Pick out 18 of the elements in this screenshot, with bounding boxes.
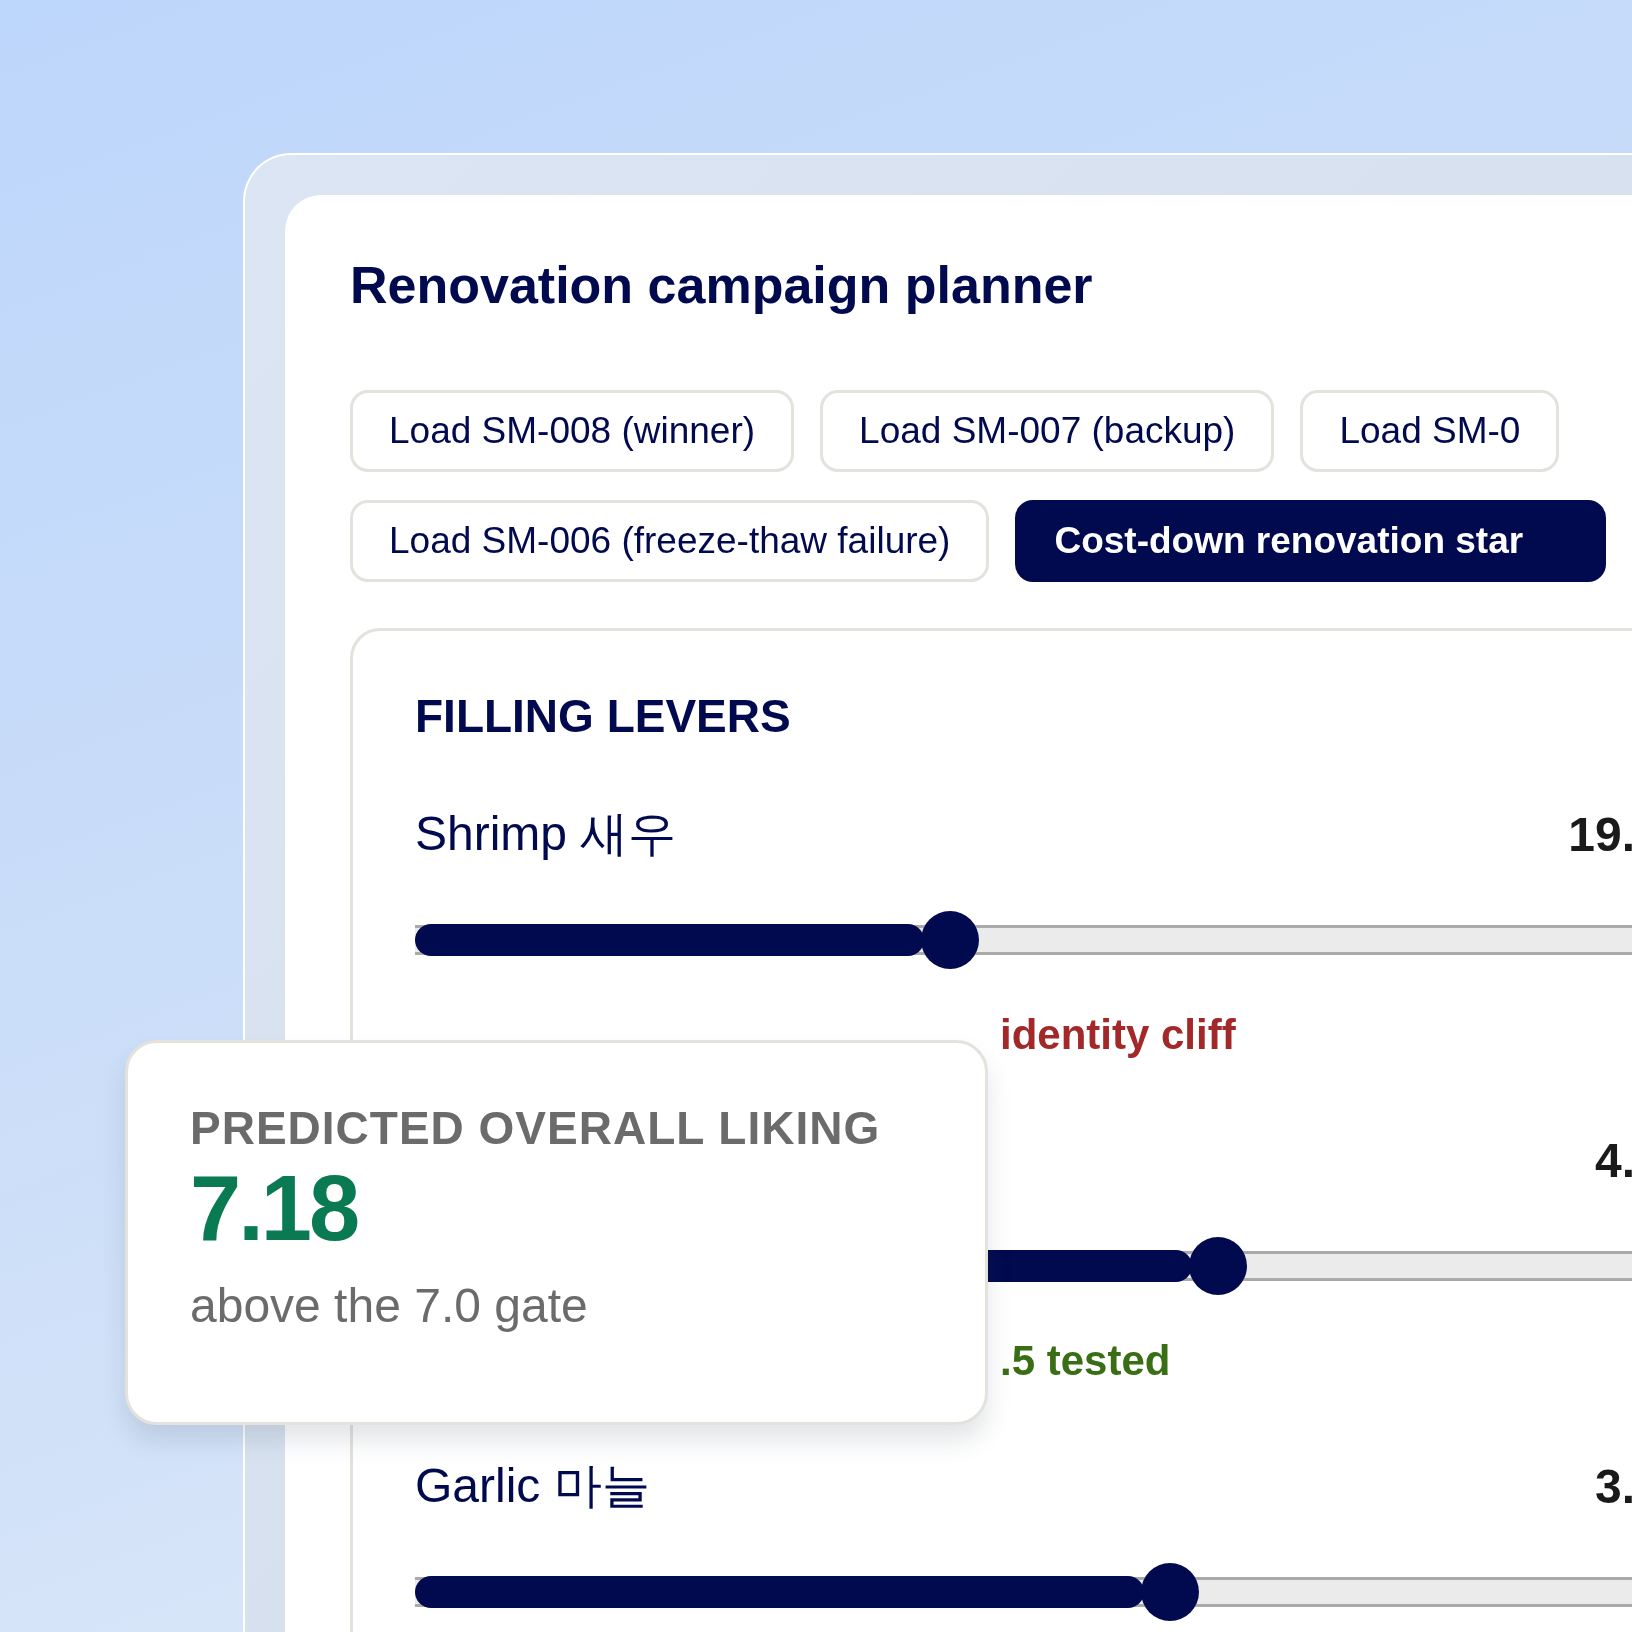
slider-thumb[interactable] [1140,1563,1199,1621]
preset-button[interactable]: Load SM-007 (backup) [820,390,1275,472]
section-heading: FILLING LEVERS [415,689,792,744]
lever-note: .5 tested [1000,1337,1171,1385]
lever-note: identity cliff [1000,1011,1236,1059]
prediction-caption: above the 7.0 gate [190,1278,589,1334]
page-title: Renovation campaign planner [350,255,1094,316]
prediction-score: 7.18 [190,1158,359,1258]
prediction-label: PREDICTED OVERALL LIKING [190,1101,882,1156]
lever-name: Shrimp 새우 [415,806,677,862]
lever-value: 4. [1594,1132,1632,1188]
preset-button-active[interactable]: Cost-down renovation star [1015,500,1607,582]
lever-value: 19. [1568,806,1632,862]
lever-value: 3. [1594,1458,1632,1514]
preset-button[interactable]: Load SM-006 (freeze-thaw failure) [350,500,990,582]
lever-name: Garlic 마늘 [415,1458,650,1514]
preset-button[interactable]: Load SM-0 [1300,390,1560,472]
preset-button[interactable]: Load SM-008 (winner) [350,390,795,472]
